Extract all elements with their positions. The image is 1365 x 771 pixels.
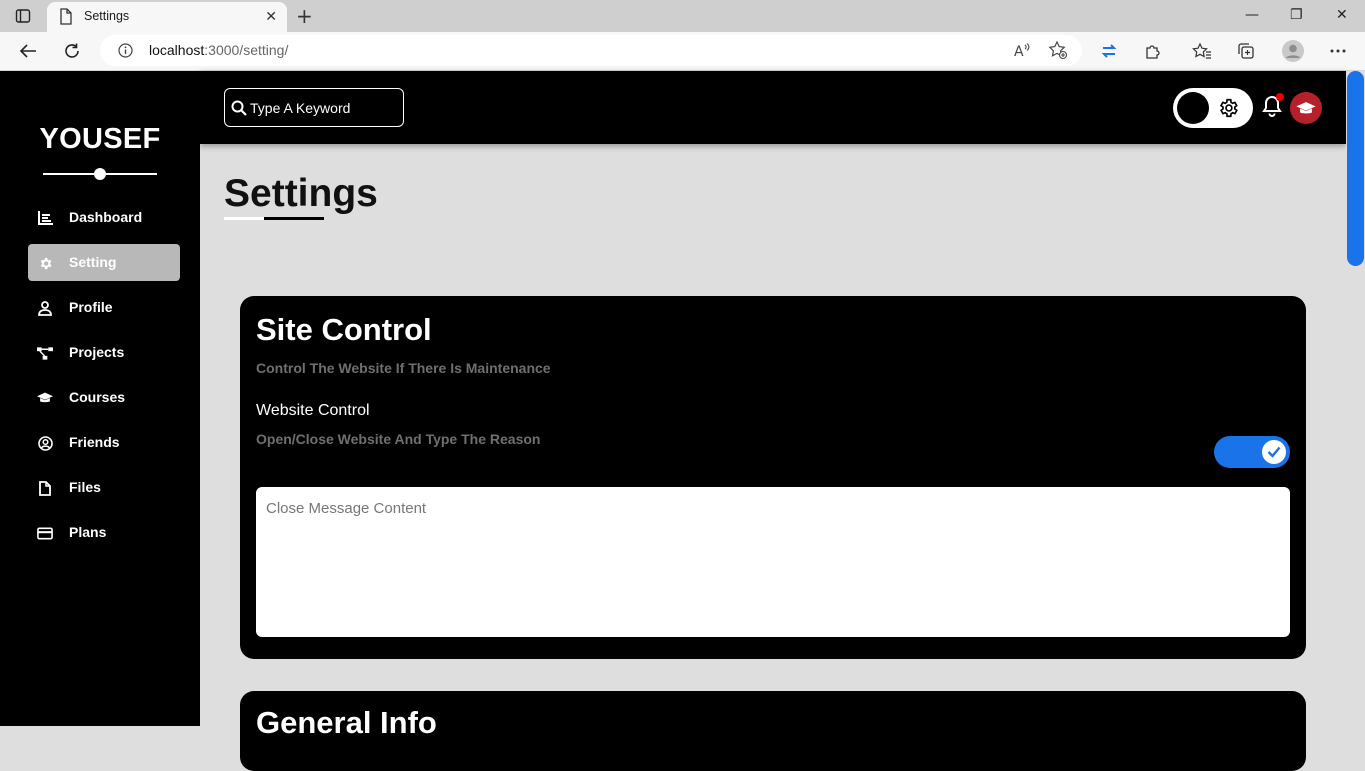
website-control-description: Open/Close Website And Type The Reason xyxy=(256,431,541,447)
user-circle-icon xyxy=(37,435,53,451)
sidebar-item-profile[interactable]: Profile xyxy=(28,289,180,326)
sidebar-item-label: Projects xyxy=(69,344,125,360)
browser-tab-bar: Settings ✕ + — ❐ ✕ xyxy=(0,0,1365,32)
sidebar-item-label: Friends xyxy=(69,434,120,450)
search-input[interactable] xyxy=(250,98,400,118)
collections-icon[interactable] xyxy=(1236,41,1256,61)
sidebar-item-label: Plans xyxy=(69,524,107,540)
favorites-icon[interactable] xyxy=(1192,41,1212,61)
graduation-cap-icon xyxy=(37,390,53,406)
sidebar-item-setting[interactable]: Setting xyxy=(28,244,180,281)
page-title: Settings xyxy=(224,172,378,215)
brand-logo: YOUSEF xyxy=(39,123,161,155)
site-info-icon[interactable] xyxy=(118,43,133,62)
sidebar-nav: Dashboard Setting Profile Projects Cours… xyxy=(28,199,180,559)
sidebar: YOUSEF Dashboard Setting Profile Project… xyxy=(0,71,200,726)
sidebar-item-dashboard[interactable]: Dashboard xyxy=(28,199,180,236)
new-tab-icon[interactable]: + xyxy=(296,6,313,26)
check-icon xyxy=(1267,446,1281,458)
sidebar-item-label: Courses xyxy=(69,389,126,405)
gear-icon[interactable] xyxy=(1217,97,1239,123)
toggle-thumb xyxy=(1262,440,1286,464)
browser-tab[interactable]: Settings ✕ xyxy=(47,2,287,32)
website-control-label: Website Control xyxy=(256,402,370,419)
page-icon xyxy=(59,8,73,29)
notification-badge xyxy=(1276,93,1284,101)
sidebar-item-courses[interactable]: Courses xyxy=(28,379,180,416)
add-favorite-icon[interactable] xyxy=(1048,40,1068,60)
general-info-card: General Info xyxy=(240,691,1306,771)
minimize-icon[interactable]: — xyxy=(1245,8,1259,22)
title-underline-light xyxy=(224,217,264,220)
sidebar-item-files[interactable]: Files xyxy=(28,469,180,506)
theme-toggle-knob xyxy=(1177,92,1209,124)
svg-text:A: A xyxy=(1014,44,1024,58)
refresh-icon[interactable] xyxy=(62,41,82,61)
url-text: localhost:3000/setting/ xyxy=(149,42,289,58)
graduation-cap-icon xyxy=(1296,101,1316,113)
file-icon xyxy=(37,480,53,496)
extensions-icon[interactable] xyxy=(1143,41,1163,61)
sidebar-item-plans[interactable]: Plans xyxy=(28,514,180,551)
avatar[interactable] xyxy=(1290,92,1322,124)
tab-actions-icon[interactable] xyxy=(14,7,32,25)
url-field[interactable]: localhost:3000/setting/ A xyxy=(100,35,1082,66)
sidebar-item-label: Setting xyxy=(69,254,117,270)
tab-close-icon[interactable]: ✕ xyxy=(265,10,277,24)
tab-title: Settings xyxy=(84,9,130,23)
browser-address-bar: localhost:3000/setting/ A xyxy=(0,32,1365,71)
read-aloud-icon[interactable]: A xyxy=(1012,40,1032,60)
close-window-icon[interactable]: ✕ xyxy=(1336,8,1348,22)
sidebar-item-label: Dashboard xyxy=(69,209,143,225)
top-bar xyxy=(200,71,1346,144)
page-scrollbar-thumb[interactable] xyxy=(1347,71,1364,266)
sidebar-item-label: Profile xyxy=(69,299,113,315)
user-icon xyxy=(37,300,53,316)
brand-divider-dot xyxy=(94,168,106,180)
diagram-icon xyxy=(37,345,53,361)
search-icon xyxy=(231,100,247,120)
card-subtitle: Control The Website If There Is Maintena… xyxy=(256,360,551,376)
close-message-field[interactable] xyxy=(256,487,1290,637)
sidebar-item-friends[interactable]: Friends xyxy=(28,424,180,461)
restore-icon[interactable]: ❐ xyxy=(1290,8,1303,22)
profile-icon[interactable] xyxy=(1281,39,1305,63)
search-box xyxy=(224,88,404,127)
card-title: General Info xyxy=(256,705,437,740)
site-control-card: Site Control Control The Website If Ther… xyxy=(240,296,1306,659)
extension-sync-icon[interactable] xyxy=(1099,41,1119,61)
chart-icon xyxy=(37,210,53,226)
card-title: Site Control xyxy=(256,312,432,347)
sidebar-item-projects[interactable]: Projects xyxy=(28,334,180,371)
title-underline-dark xyxy=(264,217,324,220)
back-icon[interactable] xyxy=(18,41,38,61)
more-options-icon[interactable] xyxy=(1328,41,1348,61)
credit-card-icon xyxy=(37,525,53,541)
theme-toggle[interactable] xyxy=(1173,88,1253,128)
gear-icon xyxy=(37,255,53,271)
website-control-toggle[interactable] xyxy=(1214,436,1290,468)
sidebar-item-label: Files xyxy=(69,479,101,495)
